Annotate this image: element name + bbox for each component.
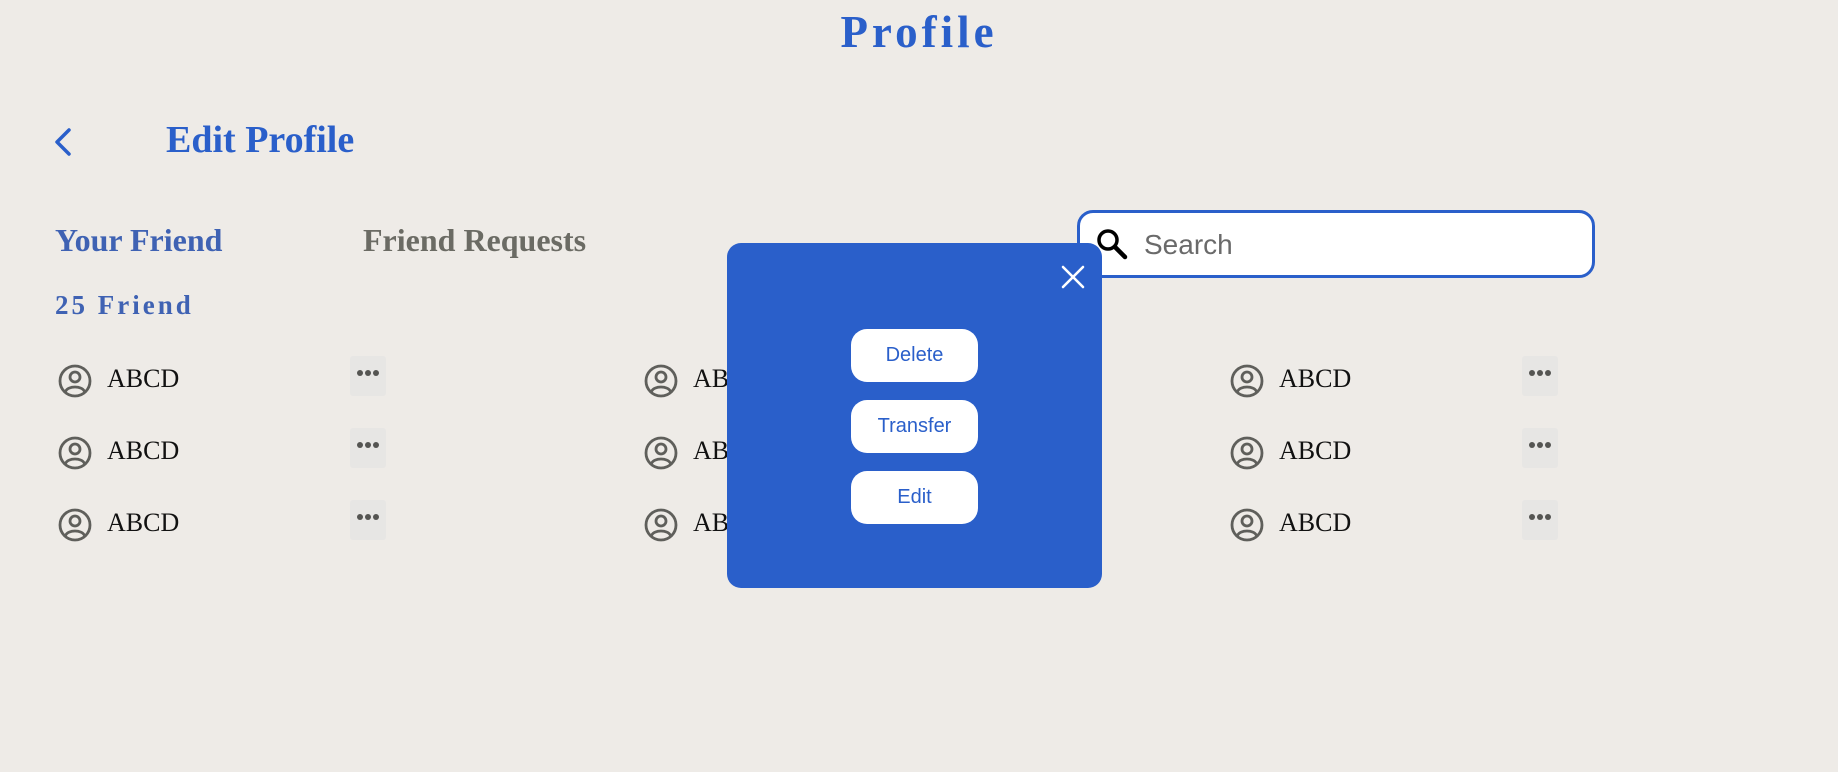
more-options-button[interactable] (350, 500, 386, 540)
page-title: Profile (840, 7, 998, 57)
more-options-button[interactable] (350, 356, 386, 396)
edit-button[interactable]: Edit (851, 471, 978, 524)
more-horizontal-icon (1529, 370, 1551, 376)
user-circle-icon (1230, 364, 1264, 398)
edit-profile-title: Edit Profile (166, 119, 355, 161)
search-input[interactable] (1142, 213, 1576, 277)
more-horizontal-icon (1529, 442, 1551, 448)
more-options-button[interactable] (350, 428, 386, 468)
more-options-button[interactable] (1522, 356, 1558, 396)
friend-count: 25 Friend (55, 290, 194, 320)
friend-name: ABCD (107, 508, 180, 537)
delete-button[interactable]: Delete (851, 329, 978, 382)
more-horizontal-icon (1529, 514, 1551, 520)
chevron-left-icon (55, 128, 71, 156)
more-horizontal-icon (357, 370, 379, 376)
user-circle-icon (644, 436, 678, 470)
user-circle-icon (644, 508, 678, 542)
more-horizontal-icon (357, 514, 379, 520)
friend-action-modal: Delete Transfer Edit (727, 243, 1102, 588)
friend-name: ABCD (1279, 364, 1352, 393)
search-bar (1077, 210, 1595, 278)
user-circle-icon (58, 364, 92, 398)
friend-name: ABCD (1279, 508, 1352, 537)
friend-name: ABCD (1279, 436, 1352, 465)
more-horizontal-icon (357, 442, 379, 448)
tab-friend-requests[interactable]: Friend Requests (363, 222, 586, 259)
modal-close-button[interactable] (1056, 260, 1090, 294)
friend-name: ABCD (107, 364, 180, 393)
user-circle-icon (1230, 436, 1264, 470)
user-circle-icon (58, 508, 92, 542)
close-icon (1061, 265, 1085, 289)
back-button[interactable] (48, 125, 82, 159)
more-options-button[interactable] (1522, 500, 1558, 540)
more-options-button[interactable] (1522, 428, 1558, 468)
transfer-button[interactable]: Transfer (851, 400, 978, 453)
user-circle-icon (644, 364, 678, 398)
friend-name: ABCD (107, 436, 180, 465)
user-circle-icon (58, 436, 92, 470)
user-circle-icon (1230, 508, 1264, 542)
tab-your-friend[interactable]: Your Friend (55, 222, 222, 259)
